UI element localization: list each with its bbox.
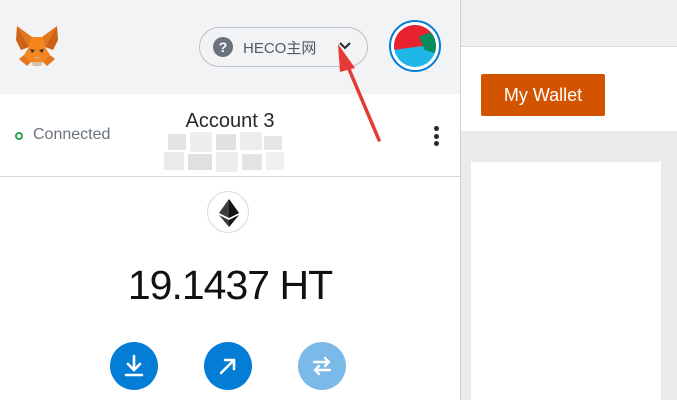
connected-status-icon <box>15 132 23 140</box>
account-avatar[interactable] <box>389 20 441 72</box>
my-wallet-button[interactable]: My Wallet <box>481 74 605 116</box>
send-button[interactable] <box>204 342 252 390</box>
account-options-icon[interactable] <box>430 124 442 148</box>
address-redacted <box>160 132 290 176</box>
send-arrow-icon <box>219 358 236 375</box>
help-icon: ? <box>213 37 233 57</box>
account-name[interactable]: Account 3 <box>0 110 460 133</box>
network-name: HECO主网 <box>243 39 317 57</box>
metamask-fox-icon[interactable] <box>13 22 61 70</box>
ethereum-icon <box>219 199 239 227</box>
background-web-page: My Wallet <box>461 0 677 400</box>
network-selector[interactable]: ? HECO主网 <box>199 27 368 67</box>
jazzicon-icon <box>394 25 436 67</box>
download-icon <box>124 354 144 377</box>
metamask-popup: ? HECO主网 Connected Account 3 19.1437 HT <box>0 0 461 400</box>
balance-amount: 19.1437 HT <box>127 262 333 308</box>
token-badge <box>207 191 249 233</box>
buy-button[interactable] <box>110 342 158 390</box>
chevron-down-icon <box>339 42 351 50</box>
swap-icon <box>312 356 332 376</box>
swap-button[interactable] <box>298 342 346 390</box>
metamask-header: ? HECO主网 <box>0 0 460 94</box>
background-top-bar <box>461 0 677 47</box>
background-content-card <box>471 162 661 400</box>
